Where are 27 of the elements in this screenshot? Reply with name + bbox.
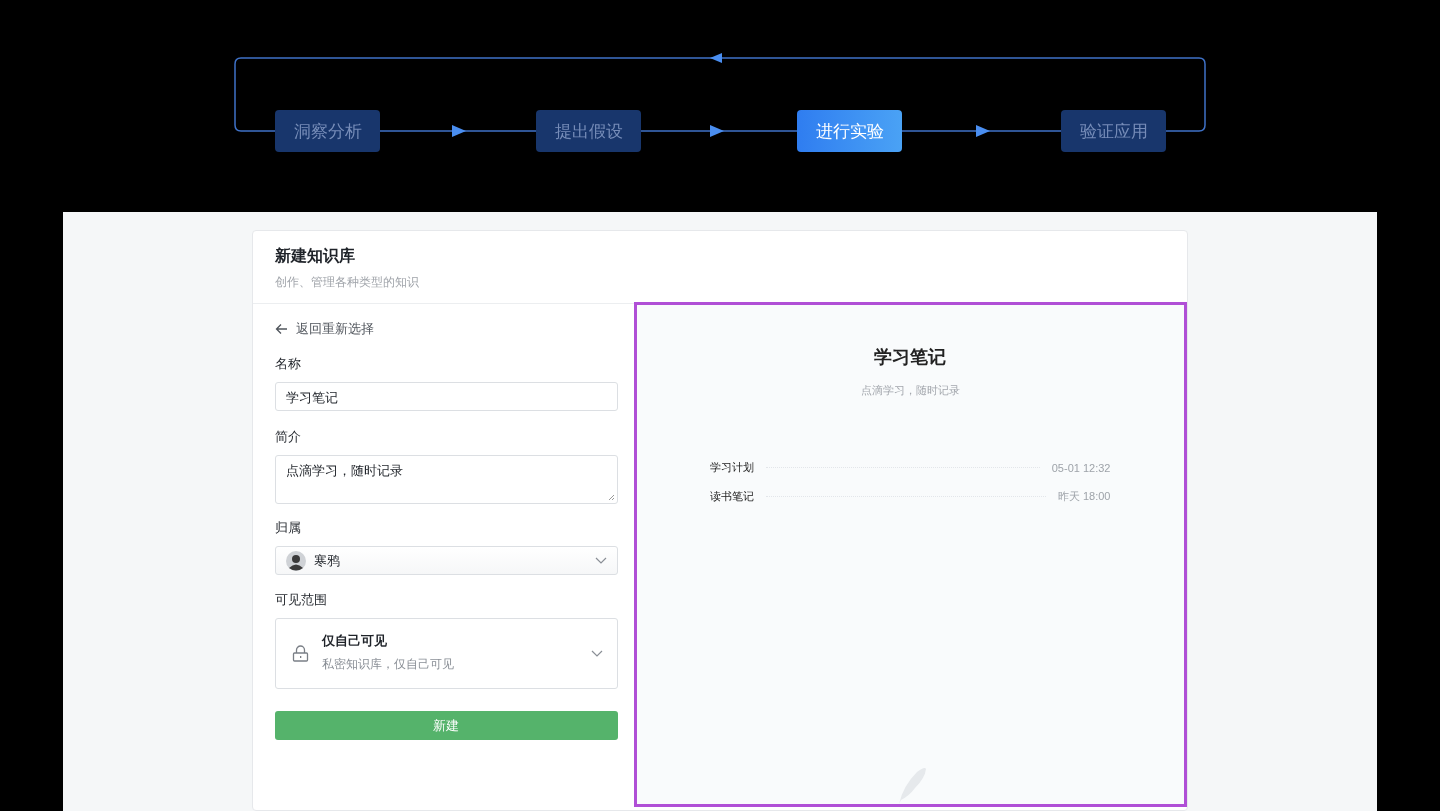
field-label: 简介	[275, 428, 302, 446]
flow-step: 提出假设	[536, 110, 641, 152]
flow-step: 进行实验	[797, 110, 902, 152]
visibility-select[interactable]: 仅自己可见 私密知识库，仅自己可见	[275, 618, 618, 689]
preview-subtitle: 点滴学习，随时记录	[860, 383, 960, 398]
name-field[interactable]: 学习笔记	[275, 382, 618, 411]
dialog-subtitle: 创作、管理各种类型的知识	[275, 274, 420, 291]
field-label: 归属	[275, 519, 302, 537]
resize-grip-icon[interactable]	[607, 494, 615, 501]
back-link[interactable]: 返回重新选择	[296, 320, 374, 338]
chevron-down-icon	[590, 650, 603, 657]
field-label: 可见范围	[275, 591, 328, 609]
doc-time: 昨天 18:00	[1057, 489, 1111, 504]
field-label: 名称	[275, 355, 302, 373]
dialog-title: 新建知识库	[275, 246, 356, 266]
description-field[interactable]: 点滴学习，随时记录	[275, 455, 618, 504]
owner-select[interactable]: 寒鸦	[275, 546, 618, 575]
back-arrow-icon[interactable]	[275, 323, 288, 335]
flow-step: 验证应用	[1061, 110, 1166, 152]
chevron-down-icon	[594, 557, 607, 564]
flow-step: 洞察分析	[275, 110, 380, 152]
lock-icon	[292, 645, 309, 662]
doc-title[interactable]: 读书笔记	[710, 489, 755, 504]
preview-title: 学习笔记	[874, 346, 947, 369]
doc-time: 05-01 12:32	[1051, 461, 1111, 474]
avatar-icon	[286, 550, 306, 571]
doc-title[interactable]: 学习计划	[710, 460, 755, 475]
